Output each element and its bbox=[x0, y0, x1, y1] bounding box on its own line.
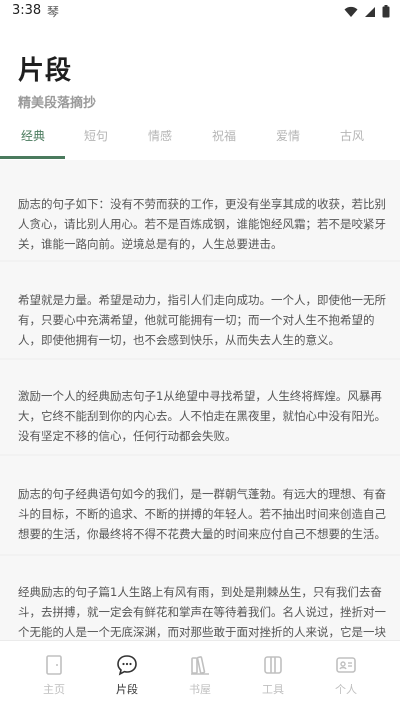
nav-label: 工具 bbox=[262, 683, 284, 696]
active-tab-indicator bbox=[0, 156, 65, 159]
signal-icon bbox=[365, 6, 375, 17]
status-time: 3:38 bbox=[12, 3, 42, 18]
category-tabs: 经典 短句 情感 祝福 爱情 古风 bbox=[0, 118, 400, 158]
nav-tools[interactable]: 工具 bbox=[243, 653, 303, 703]
passage-text: 励志的句子经典语句如今的我们，是一群朝气蓬勃。有远大的理想、有奋斗的目标，不断的… bbox=[18, 487, 386, 541]
status-extra-indicator: 琴 bbox=[47, 5, 60, 19]
toolbox-icon bbox=[264, 656, 282, 674]
bottom-navigation: 主页 片段 书屋 工具 个人 bbox=[0, 640, 400, 713]
nav-label: 主页 bbox=[43, 683, 65, 696]
tab-love[interactable]: 爱情 bbox=[255, 118, 321, 154]
list-item[interactable]: 希望就是力量。希望是动力，指引人们走向成功。一个人，即使他一无所有，只要心中充满… bbox=[0, 262, 400, 358]
nav-home[interactable]: 主页 bbox=[24, 653, 84, 703]
books-icon bbox=[191, 656, 209, 675]
home-door-icon bbox=[46, 655, 62, 675]
list-item[interactable]: 励志的句子如下：没有不劳而获的工作，更没有坐享其成的收获，若比别人贪心，请比别人… bbox=[0, 160, 400, 260]
list-item[interactable]: 经典励志的句子篇1人生路上有风有雨，到处是荆棘丛生，只有我们去奋斗，去拼搏，就一… bbox=[0, 556, 400, 640]
tab-emotion[interactable]: 情感 bbox=[127, 118, 193, 154]
nav-fragments[interactable]: 片段 bbox=[97, 653, 157, 703]
tab-blessing[interactable]: 祝福 bbox=[191, 118, 257, 154]
chat-bubble-icon bbox=[117, 655, 137, 676]
page-title: 片段 bbox=[18, 56, 73, 86]
tab-ancient[interactable]: 古风 bbox=[319, 118, 385, 154]
nav-label: 片段 bbox=[116, 683, 138, 696]
status-icons bbox=[344, 5, 390, 18]
profile-card-icon bbox=[336, 657, 356, 673]
nav-label: 书屋 bbox=[189, 683, 211, 696]
wifi-icon bbox=[344, 6, 358, 17]
passage-text: 希望就是力量。希望是动力，指引人们走向成功。一个人，即使他一无所有，只要心中充满… bbox=[18, 293, 386, 347]
tab-short[interactable]: 短句 bbox=[63, 118, 129, 154]
list-item[interactable]: 激励一个人的经典励志句子1从绝望中寻找希望，人生终将辉煌。风暴再大，它终不能刮到… bbox=[0, 360, 400, 454]
nav-label: 个人 bbox=[335, 683, 357, 696]
passage-text: 励志的句子如下：没有不劳而获的工作，更没有坐享其成的收获，若比别人贪心，请比别人… bbox=[18, 197, 386, 251]
passage-list[interactable]: 励志的句子如下：没有不劳而获的工作，更没有坐享其成的收获，若比别人贪心，请比别人… bbox=[0, 160, 400, 640]
passage-text: 激励一个人的经典励志句子1从绝望中寻找希望，人生终将辉煌。风暴再大，它终不能刮到… bbox=[18, 389, 386, 443]
status-bar: 3:38 琴 bbox=[0, 0, 400, 24]
nav-profile[interactable]: 个人 bbox=[316, 653, 376, 703]
passage-text: 经典励志的句子篇1人生路上有风有雨，到处是荆棘丛生，只有我们去奋斗，去拼搏，就一… bbox=[18, 585, 386, 639]
nav-bookhouse[interactable]: 书屋 bbox=[170, 653, 230, 703]
tab-classic[interactable]: 经典 bbox=[0, 118, 66, 154]
page-subtitle: 精美段落摘抄 bbox=[18, 96, 97, 111]
battery-icon bbox=[382, 5, 390, 18]
list-item[interactable]: 励志的句子经典语句如今的我们，是一群朝气蓬勃。有远大的理想、有奋斗的目标，不断的… bbox=[0, 456, 400, 554]
